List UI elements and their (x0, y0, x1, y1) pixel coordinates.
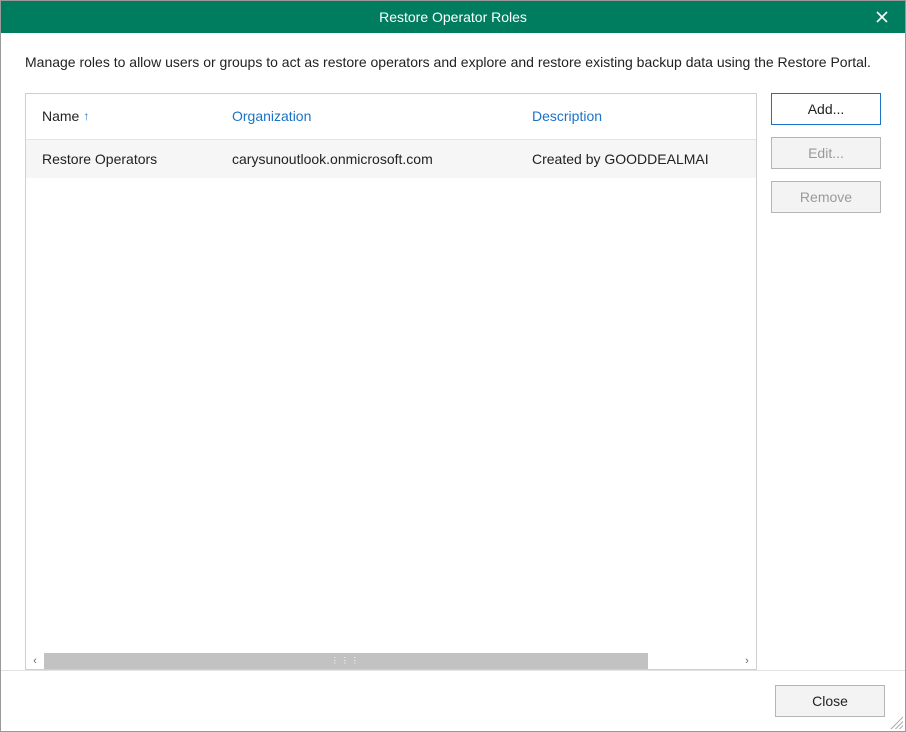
cell-name: Restore Operators (26, 151, 216, 167)
roles-table: Name ↑ Organization Description Restore … (25, 93, 757, 670)
edit-button[interactable]: Edit... (771, 137, 881, 169)
add-button[interactable]: Add... (771, 93, 881, 125)
column-header-name-label: Name (42, 108, 79, 124)
cell-description: Created by GOODDEALMAI (516, 151, 756, 167)
description-text: Manage roles to allow users or groups to… (25, 53, 881, 73)
sort-ascending-icon: ↑ (83, 109, 89, 123)
column-header-organization[interactable]: Organization (216, 108, 516, 124)
titlebar: Restore Operator Roles (1, 1, 905, 33)
close-button[interactable]: Close (775, 685, 885, 717)
action-buttons: Add... Edit... Remove (771, 93, 881, 670)
dialog-content: Manage roles to allow users or groups to… (1, 33, 905, 670)
column-header-description-label: Description (532, 108, 602, 124)
remove-button[interactable]: Remove (771, 181, 881, 213)
scroll-right-icon[interactable]: › (738, 652, 756, 670)
dialog-window: Restore Operator Roles Manage roles to a… (0, 0, 906, 732)
resize-grip-icon[interactable] (889, 715, 903, 729)
table-row[interactable]: Restore Operators carysunoutlook.onmicro… (26, 140, 756, 178)
table-body: Restore Operators carysunoutlook.onmicro… (26, 140, 756, 651)
column-header-description[interactable]: Description (516, 108, 756, 124)
scrollbar-thumb[interactable]: ⋮⋮⋮ (44, 653, 648, 669)
column-header-name[interactable]: Name ↑ (26, 108, 216, 124)
horizontal-scrollbar[interactable]: ‹ ⋮⋮⋮ › (26, 651, 756, 669)
close-icon[interactable] (859, 1, 905, 33)
scroll-left-icon[interactable]: ‹ (26, 652, 44, 670)
window-title: Restore Operator Roles (379, 9, 527, 25)
dialog-footer: Close (1, 670, 905, 731)
scrollbar-track[interactable]: ⋮⋮⋮ (44, 652, 738, 670)
column-header-organization-label: Organization (232, 108, 311, 124)
cell-organization: carysunoutlook.onmicrosoft.com (216, 151, 516, 167)
main-row: Name ↑ Organization Description Restore … (25, 93, 881, 670)
table-header: Name ↑ Organization Description (26, 94, 756, 140)
